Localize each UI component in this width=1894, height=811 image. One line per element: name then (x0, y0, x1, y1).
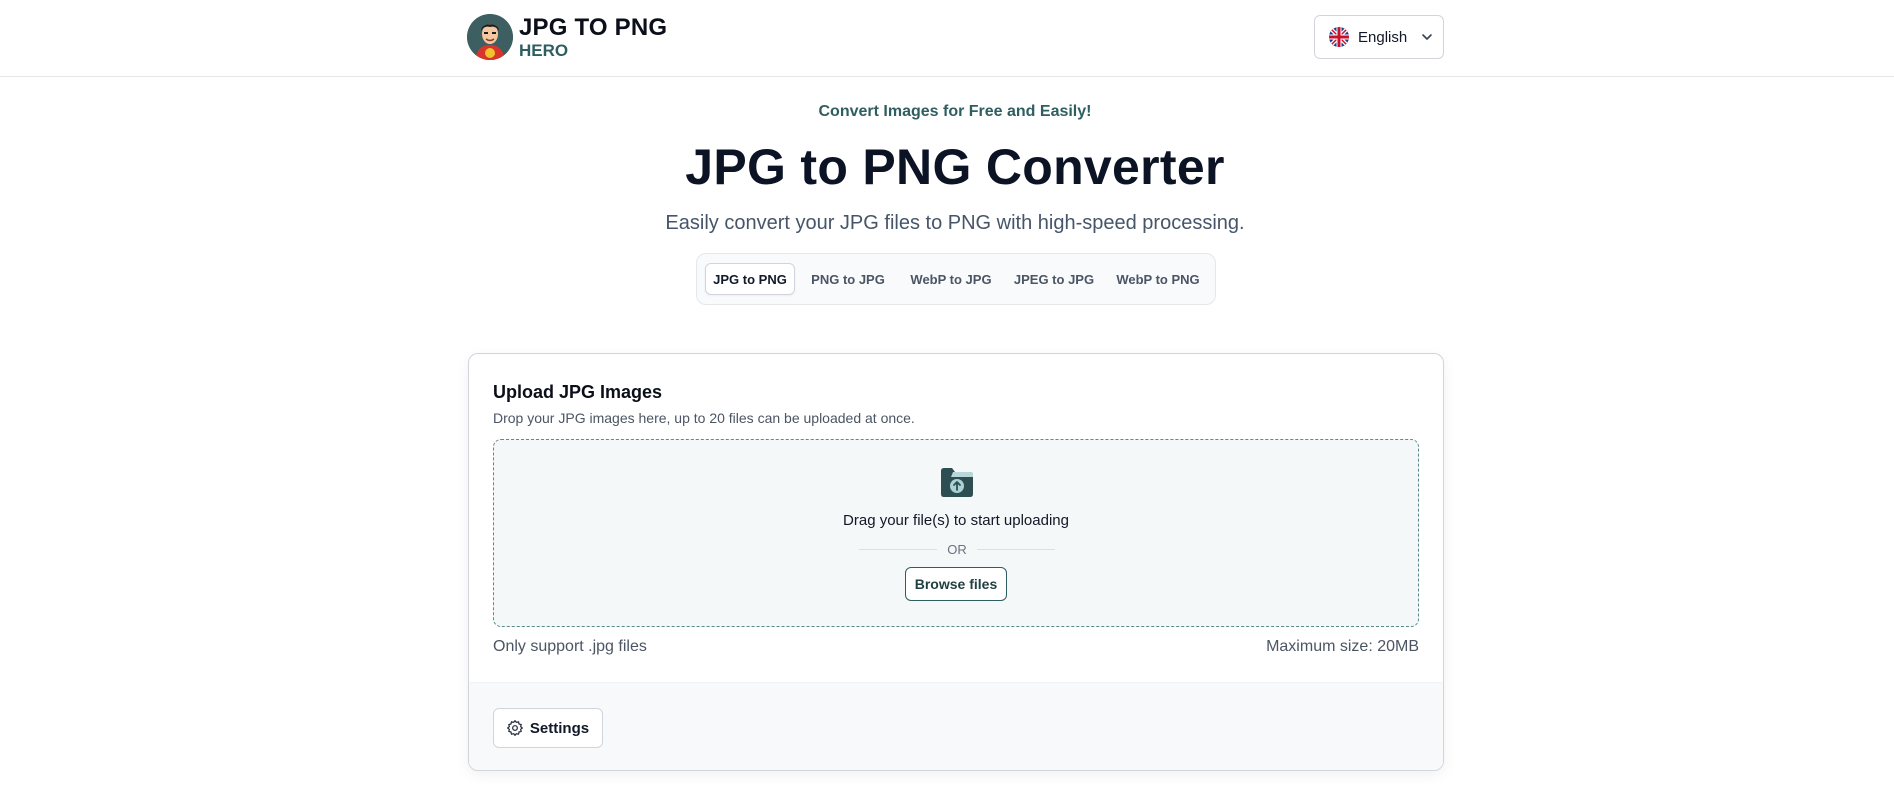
file-dropzone[interactable]: Drag your file(s) to start uploading OR … (493, 439, 1419, 627)
page-title: JPG to PNG Converter (685, 139, 1225, 195)
hero-mascot-icon (467, 14, 513, 60)
tab-png-to-jpg[interactable]: PNG to JPG (795, 263, 901, 295)
tab-webp-to-png[interactable]: WebP to PNG (1107, 263, 1209, 295)
settings-label: Settings (529, 719, 590, 737)
tab-jpeg-to-jpg[interactable]: JPEG to JPG (1001, 263, 1107, 295)
page-subtitle: Easily convert your JPG files to PNG wit… (665, 212, 1245, 234)
hero-tagline: Convert Images for Free and Easily! (818, 103, 1092, 120)
logo-title: JPG TO PNG (519, 13, 668, 41)
logo-text: JPG TO PNG HERO (519, 13, 668, 60)
card-footer: Settings (469, 682, 1443, 770)
upload-title: Upload JPG Images (493, 382, 663, 402)
language-label: English (1358, 28, 1408, 46)
chevron-down-icon (1420, 30, 1434, 44)
upload-description: Drop your JPG images here, up to 20 file… (493, 410, 915, 426)
or-label: OR (947, 541, 967, 557)
settings-button[interactable]: Settings (493, 708, 603, 748)
tab-webp-to-jpg[interactable]: WebP to JPG (901, 263, 1001, 295)
supported-format-note: Only support .jpg files (493, 638, 647, 655)
logo[interactable]: JPG TO PNG HERO (467, 14, 667, 60)
divider-line (859, 548, 938, 550)
logo-subtitle: HERO (519, 40, 569, 60)
browse-files-button[interactable]: Browse files (905, 567, 1007, 601)
tab-jpg-to-png[interactable]: JPG to PNG (705, 263, 795, 295)
site-header: JPG TO PNG HERO English (0, 0, 1894, 77)
folder-upload-icon (939, 464, 975, 500)
language-selector[interactable]: English (1314, 15, 1444, 59)
upload-card: Upload JPG Images Drop your JPG images h… (468, 353, 1444, 771)
gear-icon (506, 720, 523, 736)
divider-line (976, 548, 1055, 550)
drag-instruction: Drag your file(s) to start uploading (843, 512, 1069, 529)
converter-tabs: JPG to PNG PNG to JPG WebP to JPG JPEG t… (696, 253, 1216, 305)
max-size-note: Maximum size: 20MB (1266, 638, 1419, 655)
uk-flag-icon (1329, 27, 1349, 47)
or-divider: OR (859, 540, 1055, 558)
